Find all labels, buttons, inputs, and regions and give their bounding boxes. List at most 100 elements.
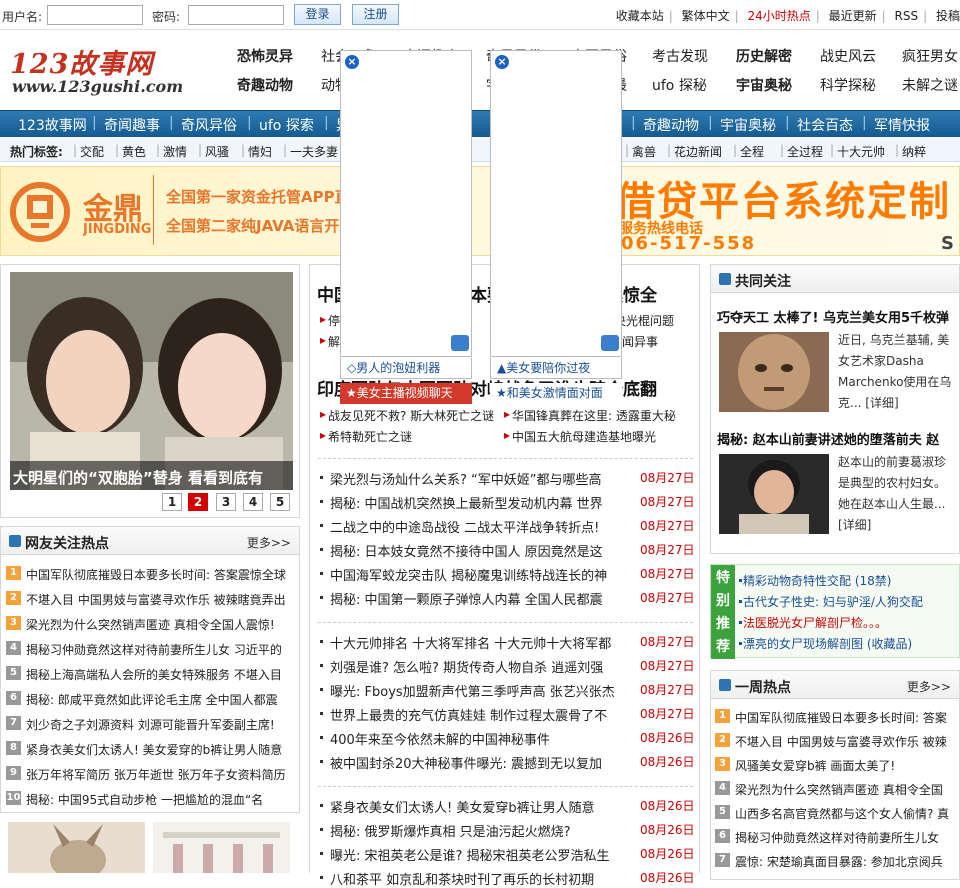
category-link[interactable]: ufo 探秘 xyxy=(652,75,707,95)
sub-news-2[interactable]: 解 xyxy=(328,333,340,350)
hot-list-item[interactable]: 揭秘: 郎咸平竟然如此评论毛主席 全中国人都震 xyxy=(26,691,296,708)
category-link[interactable]: 奇趣动物 xyxy=(237,75,293,95)
news-title[interactable]: 二战之中的中途岛战役 二战太平洋战争转折点! xyxy=(330,517,632,536)
page-button[interactable]: 3 xyxy=(216,493,236,511)
news-title[interactable]: 揭秘: 日本妓女竟然不接待中国人 原因竟然是这 xyxy=(330,541,632,560)
sub-news-link[interactable]: 中国五大航母建造基地曝光 xyxy=(512,428,690,445)
hot-list-item[interactable]: 中国军队彻底摧毁日本要多长时间: 答案震惊全球 xyxy=(26,566,296,583)
news-title[interactable]: 曝光: Fboys加盟新声代第三季呼声高 张艺兴张杰 xyxy=(330,681,632,700)
page-button[interactable]: 5 xyxy=(270,493,290,511)
tag-link[interactable]: 全过程 xyxy=(787,143,823,160)
login-button[interactable]: 登录 xyxy=(294,4,341,25)
popup-link[interactable]: ★美女主播视频聊天 xyxy=(340,383,472,404)
news-title[interactable]: 中国海军蛟龙突击队 揭秘魔鬼训练特战连长的神 xyxy=(330,565,632,584)
weekly-item[interactable]: 中国军队彻底摧毁日本要多长时间: 答案 xyxy=(735,709,955,726)
focus-article-2-title[interactable]: 揭秘: 赵本山前妻讲述她的堕落前夫 赵 xyxy=(717,429,957,448)
password-input[interactable] xyxy=(188,5,284,25)
sub-news-link[interactable]: 华国锋真葬在这里: 透露重大秘 xyxy=(512,407,690,424)
popup-link[interactable]: ◇男人的泡妞利器 xyxy=(340,358,472,379)
news-title[interactable]: 揭秘: 中国战机突然换上最新型发动机内幕 世界 xyxy=(330,493,632,512)
page-button[interactable]: 4 xyxy=(243,493,263,511)
sub-news-link[interactable]: 战友见死不救? 斯大林死亡之谜 xyxy=(328,407,506,424)
category-link[interactable]: 历史解密 xyxy=(736,46,792,66)
tag-link[interactable]: 禽兽 xyxy=(632,143,656,160)
sub-news-3[interactable]: 央光棍问题 xyxy=(614,312,674,329)
close-icon[interactable]: × xyxy=(495,55,509,69)
tag-link[interactable]: 情妇 xyxy=(248,143,272,160)
slideshow-image[interactable] xyxy=(10,272,293,490)
detail-link[interactable]: [详细] xyxy=(865,396,898,410)
popup-link[interactable]: ▲美女要陪你过夜 xyxy=(490,358,622,379)
hot-list-item[interactable]: 揭秘上海高端私人会所的美女特殊服务 不堪入目 xyxy=(26,666,296,683)
news-title[interactable]: 世界上最贵的充气仿真娃娃 制作过程太震骨了不 xyxy=(330,705,632,724)
tag-link[interactable]: 花边新闻 xyxy=(674,143,722,160)
weekly-item[interactable]: 震惊: 宋楚瑜真面目暴露: 参加北京阅兵 xyxy=(735,853,955,870)
weekly-item[interactable]: 风骚美女爱穿b裤 画面太美了! xyxy=(735,757,955,774)
submit-link[interactable]: 投稿 xyxy=(936,9,960,23)
popup-ad[interactable]: × xyxy=(340,50,472,357)
tag-link[interactable]: 纳粹 xyxy=(902,143,926,160)
nav-item[interactable]: 军情快报 xyxy=(874,115,930,135)
news-title[interactable]: 被中国封杀20大神秘事件曝光: 震撼到无以复加 xyxy=(330,753,632,772)
weekly-item[interactable]: 不堪入目 中国男妓与富婆寻欢作乐 被辣 xyxy=(735,733,955,750)
rss-link[interactable]: RSS xyxy=(895,9,919,23)
latest-update-link[interactable]: 最近更新 xyxy=(829,9,877,23)
category-link[interactable]: 战史风云 xyxy=(820,46,876,66)
nav-item[interactable]: 社会百态 xyxy=(797,115,853,135)
register-button[interactable]: 注册 xyxy=(352,4,399,25)
special-link[interactable]: 法医脱光女尸解剖尸检。。。 xyxy=(743,614,887,631)
page-button[interactable]: 2 xyxy=(188,493,208,511)
weekly-more-link[interactable]: 更多>> xyxy=(907,678,951,695)
tag-link[interactable]: 十大元帅 xyxy=(837,143,885,160)
news-title[interactable]: 揭秘: 中国第一颗原子弹惊人内幕 全国人民都震 xyxy=(330,589,632,608)
hot-24h-link[interactable]: 24小时热点 xyxy=(747,9,810,23)
news-title[interactable]: 刘强是谁? 怎么啦? 期货传奇人物自杀 逍遥刘强 xyxy=(330,657,632,676)
slideshow-caption[interactable]: 大明星们的“双胞胎”替身 看看到底有 xyxy=(13,467,291,488)
page-button[interactable]: 1 xyxy=(162,493,182,511)
tag-link[interactable]: 风骚 xyxy=(205,143,229,160)
category-link[interactable]: 考古发现 xyxy=(652,46,708,66)
category-link[interactable]: 恐怖灵异 xyxy=(237,46,293,66)
hot-list-item[interactable]: 紧身衣美女们太诱人! 美女爱穿的b裤让男人随意 xyxy=(26,741,296,758)
hot-list-item[interactable]: 不堪入目 中国男妓与富婆寻欢作乐 被辣瞎竟弄出 xyxy=(26,591,296,608)
sub-news-4[interactable]: 闻异事 xyxy=(622,333,658,350)
detail-link[interactable]: [详细] xyxy=(838,518,871,532)
sub-news-1[interactable]: 停 xyxy=(328,312,340,329)
news-title[interactable]: 紧身衣美女们太诱人! 美女爱穿b裤让男人随意 xyxy=(330,797,632,816)
hot-list-item[interactable]: 张万年将军简历 张万年逝世 张万年子女资料简历 xyxy=(26,766,296,783)
netizen-more-link[interactable]: 更多>> xyxy=(247,534,291,551)
nav-item[interactable]: 奇风异俗 xyxy=(181,115,237,135)
hot-list-item[interactable]: 刘少奇之子刘源资料 刘源可能晋升军委副主席! xyxy=(26,716,296,733)
nav-item[interactable]: 奇闻趣事 xyxy=(104,115,160,135)
thumb-image-1[interactable] xyxy=(8,822,145,873)
bookmark-link[interactable]: 收藏本站 xyxy=(616,9,664,23)
category-link[interactable]: 疯狂男女 xyxy=(902,46,958,66)
tag-link[interactable]: 黄色 xyxy=(122,143,146,160)
news-title[interactable]: 400年来至今依然未解的中国神秘事件 xyxy=(330,729,632,748)
tag-link[interactable]: 交配 xyxy=(80,143,104,160)
news-title[interactable]: 十大元帅排名 十大将军排名 十大元帅十大将军都 xyxy=(330,633,632,652)
hot-list-item[interactable]: 揭秘: 中国95式自动步枪 一把尴尬的混血“名 xyxy=(26,791,296,808)
tag-link[interactable]: 激情 xyxy=(163,143,187,160)
tag-link[interactable]: 一夫多妻 xyxy=(290,143,338,160)
weekly-item[interactable]: 揭秘习仲勋竟然这样对待前妻所生儿女 xyxy=(735,829,955,846)
category-link[interactable]: 宇宙奥秘 xyxy=(736,75,792,95)
banner-ad[interactable]: 金鼎 JINGDING 全国第一家资金托管APP直接交易 全国第二家纯JAVA语… xyxy=(0,166,960,256)
traditional-chinese-link[interactable]: 繁体中文 xyxy=(682,9,730,23)
nav-item[interactable]: 123故事网 xyxy=(18,115,87,135)
news-title[interactable]: 曝光: 宋祖英老公是谁? 揭秘宋祖英老公罗浩私生 xyxy=(330,845,632,864)
news-title[interactable]: 八和茶平 如京乱和茶块时刊了再乐的长村初期 xyxy=(330,869,632,888)
focus-article-1-image[interactable] xyxy=(719,332,829,412)
special-link[interactable]: 古代女子性史: 妇与驴淫/人狗交配 xyxy=(743,593,923,610)
close-icon[interactable]: × xyxy=(345,55,359,69)
nav-item[interactable]: ufo 探索 xyxy=(259,115,314,135)
username-input[interactable] xyxy=(47,5,143,25)
focus-article-2-image[interactable] xyxy=(719,454,829,534)
category-link[interactable]: 科学探秘 xyxy=(820,75,876,95)
hot-list-item[interactable]: 揭秘习仲勋竟然这样对待前妻所生儿女 习近平的 xyxy=(26,641,296,658)
special-link[interactable]: 精彩动物奇特性交配 (18禁) xyxy=(743,572,891,589)
sub-news-link[interactable]: 希特勒死亡之谜 xyxy=(328,428,506,445)
popup-link[interactable]: ★和美女激情面对面 xyxy=(490,383,622,404)
special-link[interactable]: 漂亮的女尸现场解剖图 (收藏品) xyxy=(743,635,912,652)
hot-list-item[interactable]: 梁光烈为什么突然销声匿迹 真相令全国人震惊! xyxy=(26,616,296,633)
